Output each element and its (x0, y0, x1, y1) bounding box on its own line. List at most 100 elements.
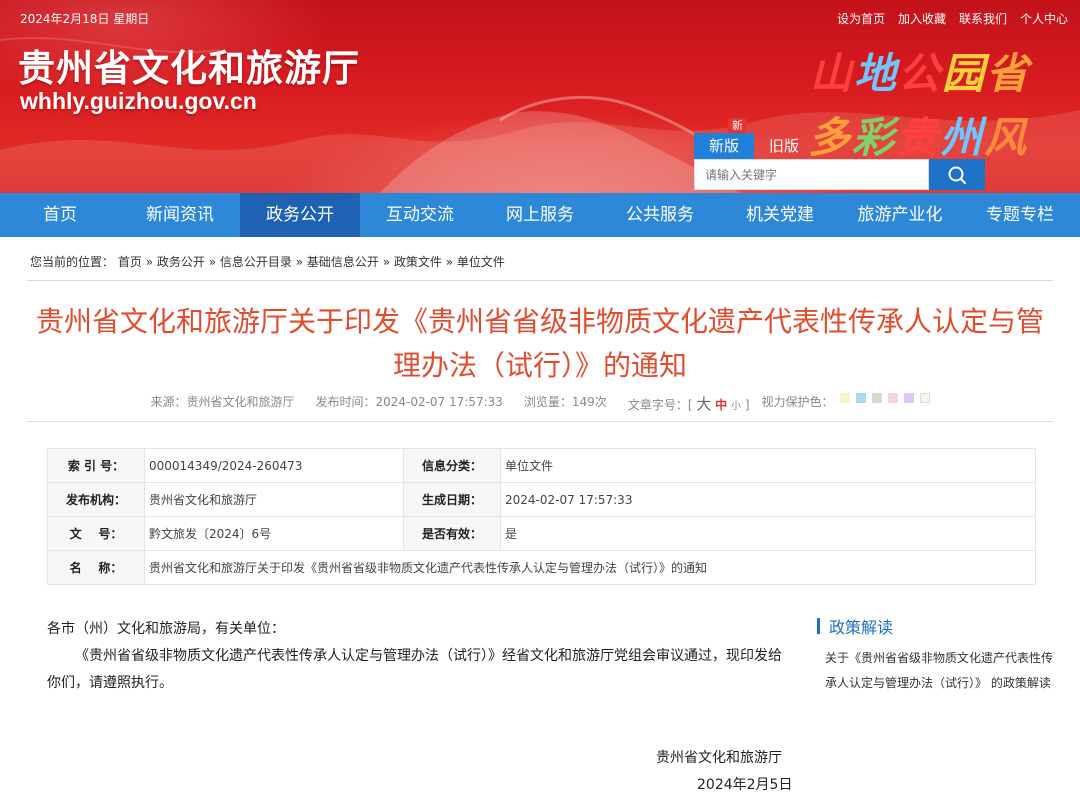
font-size-large-button[interactable]: 大 (696, 395, 711, 413)
nav-item-public-service[interactable]: 公共服务 (600, 193, 720, 237)
slogan-char: 贵 (896, 113, 941, 162)
eye-protection-label: 视力保护色： (761, 395, 834, 409)
main-nav: 首页 新闻资讯 政务公开 互动交流 网上服务 公共服务 机关党建 旅游产业化 专… (0, 193, 1080, 237)
nav-item-online-service[interactable]: 网上服务 (480, 193, 600, 237)
index-value: 000014349/2024-260473 (144, 448, 404, 483)
category-label: 信息分类： (403, 448, 501, 483)
slogan-char: 多 (808, 113, 853, 162)
slogan-char: 地 (854, 49, 899, 98)
breadcrumb-separator: » (382, 255, 391, 269)
version-tabs: 新版 新 旧版 (694, 118, 814, 159)
search-input[interactable] (694, 159, 929, 190)
article-body: 各市（州）文化和旅游局，有关单位： 《贵州省省级非物质文化遗产代表性传承人认定与… (47, 616, 782, 697)
index-label: 索 引 号： (47, 448, 145, 483)
doc-number-value: 黔文旅发〔2024〕6号 (144, 516, 404, 551)
breadcrumb: 您当前的位置： 首页 » 政务公开 » 信息公开目录 » 基础信息公开 » 政策… (30, 253, 505, 270)
policy-interpretation-panel: 政策解读 关于《贵州省省级非物质文化遗产代表性传承人认定与管理办法（试行）》 的… (817, 616, 1057, 696)
site-domain: whhly.guizhou.gov.cn (20, 88, 257, 114)
table-row: 文 号： 黔文旅发〔2024〕6号 是否有效： 是 (47, 516, 1036, 551)
validity-value: 是 (500, 516, 1036, 551)
font-size-label: 文章字号：[ (627, 398, 693, 412)
doc-name-value: 贵州省文化和旅游厅关于印发《贵州省省级非物质文化遗产代表性传承人认定与管理办法（… (144, 550, 1036, 585)
eye-color-swatch[interactable] (839, 393, 850, 403)
breadcrumb-policy-docs[interactable]: 政策文件 (394, 255, 442, 269)
nav-item-tourism-industry[interactable]: 旅游产业化 (840, 193, 960, 237)
body-paragraph: 《贵州省省级非物质文化遗产代表性传承人认定与管理办法（试行）》经省文化和旅游厅党… (47, 648, 782, 691)
eye-color-swatch[interactable] (887, 393, 898, 403)
slogan-char: 公 (898, 49, 943, 98)
validity-label: 是否有效： (403, 516, 501, 551)
article-views: 浏览量：149次 (523, 395, 607, 409)
slogan-char: 彩 (852, 113, 897, 162)
eye-color-swatch[interactable] (903, 393, 914, 403)
site-title[interactable]: 贵州省文化和旅游厅 (18, 38, 360, 92)
panel-heading: 政策解读 (817, 616, 1057, 637)
nav-item-home[interactable]: 首页 (0, 193, 120, 237)
eye-protection-swatches (839, 393, 930, 414)
breadcrumb-separator: » (145, 255, 154, 269)
document-info-table: 索 引 号： 000014349/2024-260473 信息分类： 单位文件 … (47, 448, 1036, 585)
policy-interpretation-link[interactable]: 关于《贵州省省级非物质文化遗产代表性传承人认定与管理办法（试行）》 的政策解读 (825, 646, 1053, 696)
slogan-char: 园 (942, 49, 987, 98)
nav-item-party-building[interactable]: 机关党建 (720, 193, 840, 237)
set-homepage-link[interactable]: 设为首页 (837, 10, 885, 27)
breadcrumb-basic-info[interactable]: 基础信息公开 (307, 255, 379, 269)
date-value: 2024-02-07 17:57:33 (500, 482, 1036, 517)
slogan-line-2: 多彩贵州风 (808, 104, 1028, 165)
category-value: 单位文件 (500, 448, 1036, 483)
nav-item-news[interactable]: 新闻资讯 (120, 193, 240, 237)
breadcrumb-home[interactable]: 首页 (118, 255, 142, 269)
table-row: 发布机构： 贵州省文化和旅游厅 生成日期： 2024-02-07 17:57:3… (47, 482, 1036, 517)
breadcrumb-unit-docs[interactable]: 单位文件 (457, 255, 505, 269)
slogan-line-1: 山地公园省 (810, 40, 1030, 101)
breadcrumb-prefix: 您当前的位置： (30, 255, 115, 269)
font-size-control: 文章字号：[ 大 中 小 ] (628, 393, 750, 414)
new-badge: 新 (728, 118, 747, 133)
font-size-close: ] (744, 398, 750, 412)
slogan-char: 山 (810, 49, 855, 98)
org-value: 贵州省文化和旅游厅 (144, 482, 404, 517)
search-icon (948, 166, 967, 184)
site-header: 2024年2月18日 星期日 设为首页 加入收藏 联系我们 个人中心 贵州省文化… (0, 0, 1080, 193)
breadcrumb-separator: » (208, 255, 217, 269)
font-size-medium-button[interactable]: 中 (715, 398, 727, 412)
slogan-char: 省 (986, 49, 1031, 98)
top-links: 设为首页 加入收藏 联系我们 个人中心 (837, 10, 1068, 27)
eye-color-swatch[interactable] (855, 393, 866, 403)
doc-name-label: 名 称： (47, 550, 145, 585)
table-row: 索 引 号： 000014349/2024-260473 信息分类： 单位文件 (47, 448, 1036, 483)
eye-color-swatch[interactable] (871, 393, 882, 403)
new-version-label: 新版 (708, 137, 739, 155)
nav-item-interaction[interactable]: 互动交流 (360, 193, 480, 237)
breadcrumb-separator: » (445, 255, 454, 269)
signature-org: 贵州省文化和旅游厅 (656, 750, 782, 766)
divider (27, 421, 1053, 422)
salutation: 各市（州）文化和旅游局，有关单位： (47, 621, 285, 637)
user-center-link[interactable]: 个人中心 (1020, 10, 1068, 27)
nav-item-special-topics[interactable]: 专题专栏 (960, 193, 1080, 237)
table-row: 名 称： 贵州省文化和旅游厅关于印发《贵州省省级非物质文化遗产代表性传承人认定与… (47, 550, 1036, 585)
heading-bar (817, 618, 820, 634)
article-title: 贵州省文化和旅游厅关于印发《贵州省省级非物质文化遗产代表性传承人认定与管理办法（… (35, 305, 1044, 382)
org-label: 发布机构： (47, 482, 145, 517)
add-favorite-link[interactable]: 加入收藏 (898, 10, 946, 27)
old-version-tab[interactable]: 旧版 (754, 133, 814, 159)
breadcrumb-separator: » (295, 255, 304, 269)
date-label: 生成日期： (403, 482, 501, 517)
current-date: 2024年2月18日 星期日 (20, 12, 150, 26)
signature-date: 2024年2月5日 (697, 777, 793, 793)
font-size-small-button[interactable]: 小 (731, 401, 741, 412)
eye-color-swatch[interactable] (919, 393, 930, 403)
new-version-tab[interactable]: 新版 新 (694, 118, 754, 159)
slogan-char: 风 (984, 113, 1029, 162)
contact-us-link[interactable]: 联系我们 (959, 10, 1007, 27)
breadcrumb-government-affairs[interactable]: 政务公开 (157, 255, 205, 269)
panel-heading-text: 政策解读 (829, 618, 894, 637)
slogan-char: 州 (940, 113, 985, 162)
divider (27, 280, 1053, 281)
article-publish-time: 发布时间：2024-02-07 17:57:33 (315, 395, 503, 409)
article-source: 来源：贵州省文化和旅游厅 (150, 395, 295, 409)
search-button[interactable] (929, 159, 985, 190)
breadcrumb-info-catalog[interactable]: 信息公开目录 (220, 255, 292, 269)
nav-item-government-affairs[interactable]: 政务公开 (240, 193, 360, 237)
